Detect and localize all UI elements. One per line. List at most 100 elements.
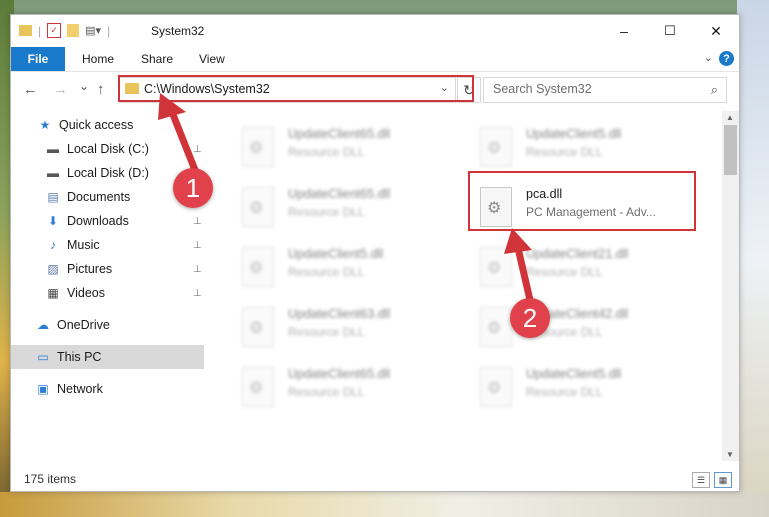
pin-icon[interactable]: ⊥ — [193, 240, 202, 251]
recent-locations-icon[interactable]: ⌄ — [79, 79, 89, 93]
search-placeholder: Search System32 — [493, 82, 592, 96]
help-icon[interactable]: ? — [719, 51, 734, 66]
sidebar-item-label: Local Disk (D:) — [67, 166, 149, 180]
file-description: Resource DLL — [526, 265, 603, 279]
pin-icon[interactable]: ⊥ — [193, 216, 202, 227]
sidebar-item-network[interactable]: ▣ Network — [11, 377, 204, 401]
sidebar-item-onedrive[interactable]: ☁ OneDrive — [11, 313, 204, 337]
sidebar-item-label: Network — [57, 382, 103, 396]
sidebar-item-pictures[interactable]: ▨ Pictures ⊥ — [11, 257, 204, 281]
pin-icon[interactable]: ⊥ — [193, 264, 202, 275]
vertical-scrollbar[interactable]: ▲ ▼ — [722, 111, 739, 461]
file-item[interactable]: UpdateClient65.dll Resource DLL — [214, 359, 444, 415]
sidebar-item-downloads[interactable]: ⬇ Downloads ⊥ — [11, 209, 204, 233]
close-button[interactable]: ✕ — [693, 15, 739, 47]
file-description: Resource DLL — [288, 385, 365, 399]
forward-arrow-icon[interactable]: → — [53, 81, 68, 98]
sidebar-item-music[interactable]: ♪ Music ⊥ — [11, 233, 204, 257]
details-view-icon[interactable]: ☰ — [692, 472, 710, 488]
pin-icon[interactable]: ⊥ — [193, 144, 202, 155]
file-item[interactable]: UpdateClient5.dll Resource DLL — [214, 239, 444, 295]
pin-icon[interactable]: ⊥ — [193, 288, 202, 299]
file-item[interactable]: pca.dll PC Management - Adv... — [452, 179, 682, 235]
scroll-down-icon[interactable]: ▼ — [726, 450, 734, 459]
dll-file-icon — [480, 307, 512, 347]
scroll-up-icon[interactable]: ▲ — [726, 113, 734, 122]
file-item-content: UpdateClient65.dll Resource DLL — [214, 359, 444, 415]
file-item[interactable]: UpdateClient65.dll Resource DLL — [214, 119, 444, 175]
music-icon: ♪ — [50, 238, 56, 252]
file-item[interactable]: UpdateClient5.dll Resource DLL — [452, 359, 682, 415]
tab-view[interactable]: View — [199, 52, 225, 66]
file-item-content: UpdateClient63.dll Resource DLL — [214, 299, 444, 355]
dll-file-icon — [242, 307, 274, 347]
search-icon[interactable]: ⌕ — [711, 82, 718, 98]
drive-icon: ▬ — [47, 142, 59, 156]
file-item[interactable]: UpdateClient65.dll Resource DLL — [214, 179, 444, 235]
minimize-button[interactable]: – — [601, 15, 647, 47]
sidebar-item-label: Music — [67, 238, 100, 252]
videos-icon: ▦ — [47, 286, 59, 300]
file-list: UpdateClient65.dllResource DLLUpdateClie… — [204, 111, 722, 461]
file-item-content: UpdateClient5.dll Resource DLL — [452, 359, 682, 415]
new-folder-icon[interactable] — [67, 24, 80, 37]
file-name: UpdateClient21.dll — [526, 247, 629, 261]
file-item-content: UpdateClient21.dll Resource DLL — [452, 239, 682, 295]
pictures-icon: ▨ — [47, 262, 59, 276]
step-2-badge: 2 — [510, 298, 550, 338]
file-item-content: UpdateClient65.dll Resource DLL — [214, 119, 444, 175]
navigation-pane: ★ Quick access ▬ Local Disk (C:) ⊥ ▬ Local Dis… — [11, 111, 204, 461]
file-item[interactable]: UpdateClient63.dll Resource DLL — [214, 299, 444, 355]
cloud-icon: ☁ — [37, 318, 49, 332]
file-description: Resource DLL — [288, 205, 365, 219]
file-description: Resource DLL — [526, 145, 603, 159]
file-name: UpdateClient63.dll — [288, 307, 391, 321]
sidebar-item-quick-access[interactable]: ★ Quick access — [11, 113, 204, 137]
file-item[interactable]: UpdateClient5.dll Resource DLL — [452, 119, 682, 175]
file-explorer-window: | ✓ ▤▾ | System32 – ☐ ✕ File Home Share … — [10, 14, 740, 492]
navigation-bar: ← → ⌄ ↑ C:\Windows\System32 ⌄ ↻ Search S… — [11, 72, 739, 108]
file-description: Resource DLL — [526, 385, 603, 399]
sidebar-item-label: OneDrive — [57, 318, 110, 332]
sidebar-item-label: This PC — [57, 350, 102, 364]
customize-toolbar-icon[interactable]: ▤▾ — [85, 24, 101, 37]
file-item-content: UpdateClient5.dll Resource DLL — [452, 119, 682, 175]
dll-file-icon — [480, 127, 512, 167]
file-item-content: UpdateClient42.dllResource DLL — [452, 299, 682, 355]
file-item-content: UpdateClient65.dll Resource DLL — [214, 179, 444, 235]
sidebar-item-local-disk-c[interactable]: ▬ Local Disk (C:) ⊥ — [11, 137, 204, 161]
address-highlight-box — [118, 75, 474, 102]
chevron-down-icon[interactable]: ⌄ — [704, 51, 713, 64]
desktop-wallpaper-right — [737, 0, 769, 517]
status-bar: 175 items ☰ ▦ — [11, 467, 739, 491]
tab-share[interactable]: Share — [141, 52, 173, 66]
back-arrow-icon[interactable]: ← — [23, 81, 38, 98]
file-description: Resource DLL — [288, 325, 365, 339]
scroll-thumb[interactable] — [724, 125, 737, 175]
dll-file-icon — [480, 187, 512, 227]
sidebar-item-label: Local Disk (C:) — [67, 142, 149, 156]
item-count: 175 items — [24, 472, 77, 486]
maximize-button[interactable]: ☐ — [647, 15, 693, 47]
properties-icon[interactable]: ✓ — [47, 23, 62, 38]
sidebar-item-this-pc[interactable]: ▭ This PC — [11, 345, 204, 369]
file-description: Resource DLL — [288, 145, 365, 159]
file-description: PC Management - Adv... — [526, 205, 656, 219]
tab-file[interactable]: File — [11, 47, 65, 71]
file-item[interactable]: UpdateClient21.dll Resource DLL — [452, 239, 682, 295]
ribbon-tabs: File Home Share View ⌄ ? — [11, 47, 739, 72]
tab-home[interactable]: Home — [82, 52, 114, 66]
search-input[interactable]: Search System32 ⌕ — [483, 77, 727, 103]
sidebar-item-videos[interactable]: ▦ Videos ⊥ — [11, 281, 204, 305]
large-icons-view-icon[interactable]: ▦ — [714, 472, 732, 488]
up-arrow-icon[interactable]: ↑ — [97, 81, 105, 98]
documents-icon: ▤ — [47, 190, 59, 204]
sidebar-item-label: Pictures — [67, 262, 113, 276]
file-item[interactable]: UpdateClient42.dllResource DLL — [452, 299, 682, 355]
folder-icon — [19, 25, 32, 36]
download-icon: ⬇ — [47, 214, 59, 228]
separator: | — [38, 23, 42, 38]
file-name: UpdateClient5.dll — [526, 127, 622, 141]
title-bar: | ✓ ▤▾ | System32 – ☐ ✕ — [11, 15, 739, 47]
window-title: System32 — [151, 24, 205, 38]
